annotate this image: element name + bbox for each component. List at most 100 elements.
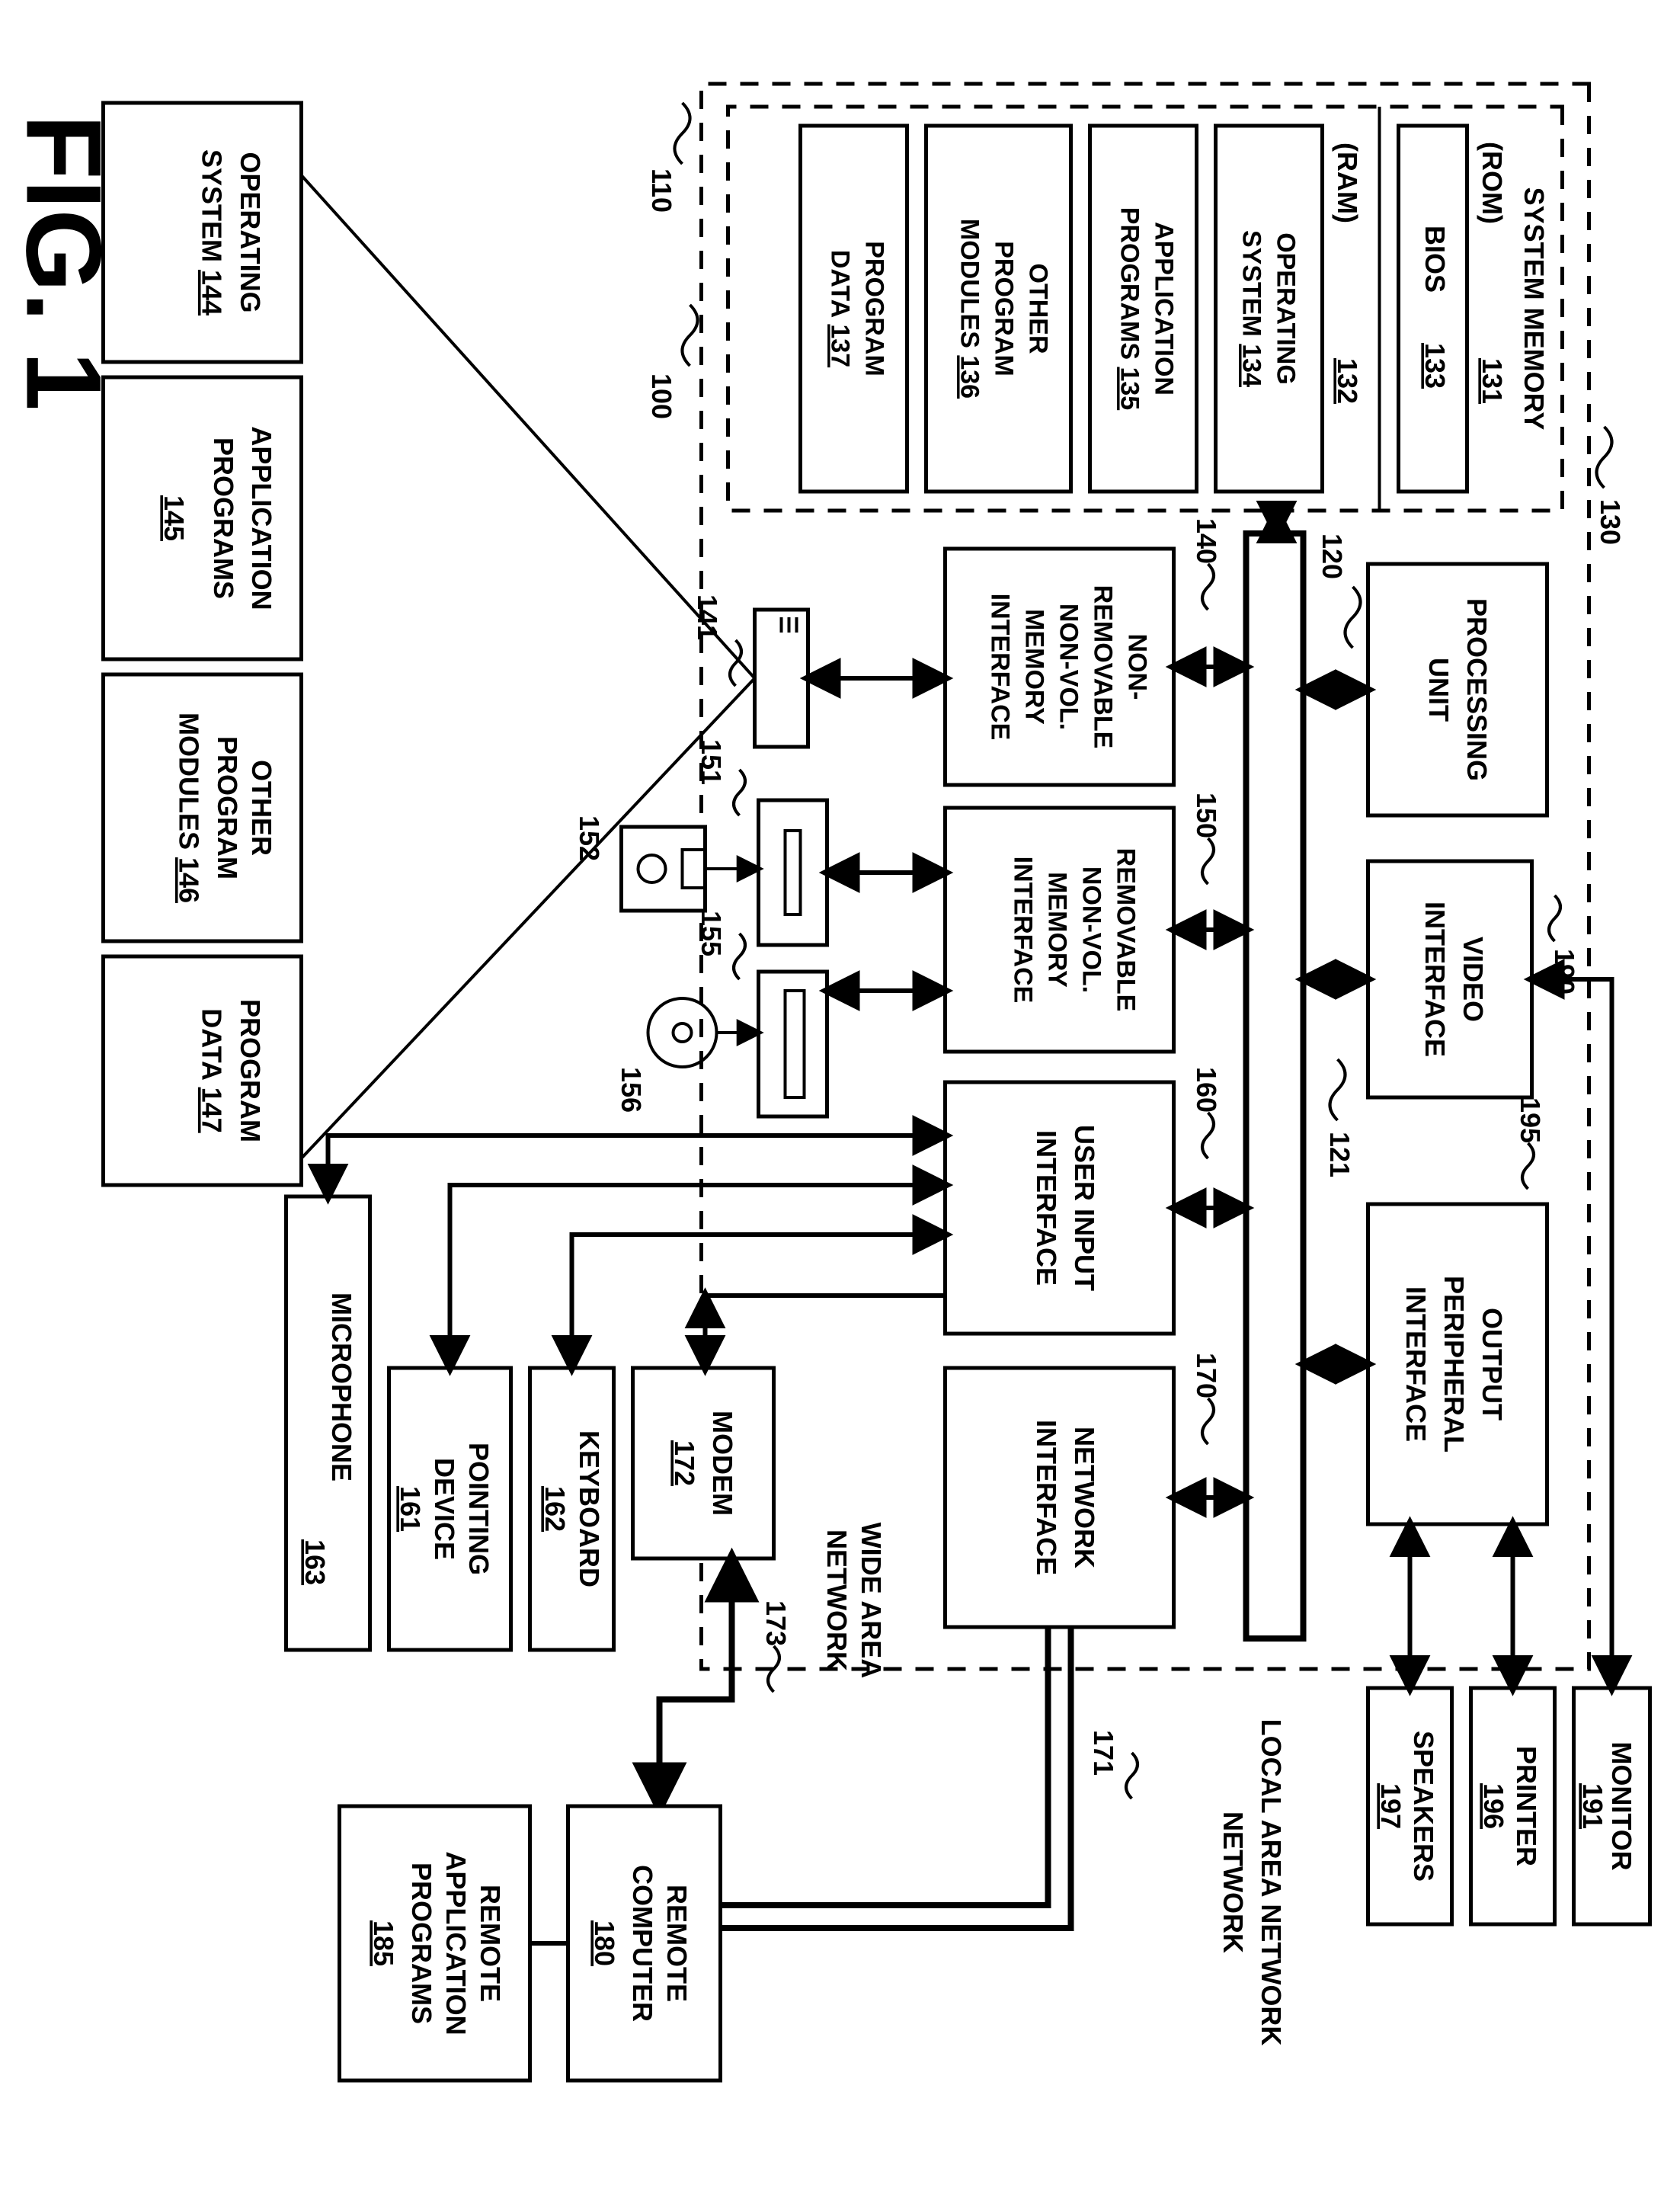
os134-l2: SYSTEM 134 — [1237, 230, 1266, 387]
lan-ref: 171 — [1087, 1730, 1118, 1776]
bios-label: BIOS — [1419, 226, 1450, 293]
svg-text:SYSTEM 144: SYSTEM 144 — [196, 149, 227, 316]
svg-text:OUTPUT: OUTPUT — [1476, 1308, 1507, 1421]
svg-text:APPLICATION: APPLICATION — [245, 426, 277, 610]
hdd-icon — [754, 610, 808, 747]
floppy-drive-icon — [758, 800, 827, 945]
svg-text:MICROPHONE: MICROPHONE — [325, 1292, 357, 1481]
nonrem-ref: 140 — [1190, 518, 1221, 564]
floppy-icon — [621, 827, 705, 911]
svg-text:OTHER: OTHER — [1023, 264, 1052, 354]
svg-text:PROGRAMS: PROGRAMS — [405, 1863, 437, 2024]
svg-text:197: 197 — [1374, 1783, 1406, 1829]
svg-text:OPERATING: OPERATING — [234, 152, 265, 312]
rom-ref: 131 — [1476, 358, 1507, 404]
svg-text:POINTING: POINTING — [462, 1443, 494, 1575]
figure-label: FIG. 1 — [4, 114, 123, 411]
svg-text:MODEM: MODEM — [706, 1411, 738, 1516]
wan-label: WIDE AREA — [855, 1523, 886, 1679]
apps135-l2: PROGRAMS 135 — [1115, 207, 1144, 410]
svg-text:PROCESSING: PROCESSING — [1461, 598, 1492, 781]
svg-text:REMOTE: REMOTE — [661, 1885, 692, 2002]
svg-text:NON-VOL.: NON-VOL. — [1054, 604, 1083, 730]
opi-ref: 195 — [1514, 1097, 1545, 1143]
svg-text:MEMORY: MEMORY — [1019, 609, 1048, 725]
video-ref: 190 — [1548, 949, 1579, 995]
disk-data: PROGRAM DATA 147 — [103, 956, 301, 1185]
svg-text:DATA 147: DATA 147 — [196, 1008, 227, 1132]
floppy-drive-ref: 151 — [695, 739, 726, 785]
disk-mods: OTHER PROGRAM MODULES 146 — [103, 674, 301, 941]
svg-text:PROGRAM: PROGRAM — [234, 999, 265, 1142]
disk-apps: APPLICATION PROGRAMS 145 — [103, 377, 301, 659]
os134-l1: OPERATING — [1271, 232, 1300, 385]
svg-text:INTERFACE: INTERFACE — [985, 594, 1014, 741]
svg-text:SPEAKERS: SPEAKERS — [1407, 1731, 1438, 1882]
svg-text:MEMORY: MEMORY — [1042, 872, 1071, 988]
modem — [632, 1368, 773, 1558]
disk-os: OPERATING SYSTEM 144 — [103, 103, 301, 362]
svg-text:DEVICE: DEVICE — [428, 1458, 459, 1560]
svg-text:185: 185 — [367, 1920, 398, 1966]
svg-text:172: 172 — [668, 1440, 699, 1486]
disc-ref: 156 — [615, 1067, 646, 1113]
svg-text:145: 145 — [158, 495, 189, 541]
bus-ref: 121 — [1323, 1132, 1355, 1177]
svg-text:MONITOR: MONITOR — [1605, 1741, 1637, 1870]
pu-ref: 120 — [1316, 533, 1347, 579]
optical-drive-ref: 155 — [695, 911, 726, 956]
svg-text:PROGRAM: PROGRAM — [211, 736, 242, 879]
svg-text:APPLICATION: APPLICATION — [440, 1851, 471, 2035]
svg-text:NETWORK: NETWORK — [821, 1530, 852, 1671]
svg-text:UNIT: UNIT — [1422, 658, 1454, 722]
svg-text:PROGRAM: PROGRAM — [859, 241, 888, 376]
svg-text:NON-: NON- — [1122, 634, 1151, 700]
svg-text:PROGRAMS: PROGRAMS — [207, 437, 238, 599]
svg-text:163: 163 — [299, 1539, 330, 1585]
net-ref: 170 — [1190, 1353, 1221, 1398]
svg-text:NETWORK: NETWORK — [1068, 1427, 1099, 1568]
svg-text:KEYBOARD: KEYBOARD — [573, 1430, 604, 1587]
rem-ref: 150 — [1190, 793, 1221, 838]
svg-text:PRINTER: PRINTER — [1510, 1746, 1541, 1866]
svg-text:INTERFACE: INTERFACE — [1030, 1130, 1061, 1286]
svg-text:REMOTE: REMOTE — [474, 1885, 505, 2002]
ram-label: (RAM) — [1331, 143, 1362, 223]
processing-unit — [1368, 564, 1547, 815]
hdd-ref: 141 — [691, 594, 722, 640]
svg-text:INTERFACE: INTERFACE — [1419, 902, 1450, 1057]
svg-text:PROGRAM: PROGRAM — [989, 241, 1018, 376]
svg-text:162: 162 — [539, 1486, 570, 1532]
svg-text:191: 191 — [1576, 1783, 1608, 1829]
wan-ref: 173 — [760, 1600, 791, 1646]
svg-text:REMOVABLE: REMOVABLE — [1088, 585, 1117, 749]
lan-label: LOCAL AREA NETWORK — [1255, 1719, 1286, 2046]
optical-drive-icon — [758, 972, 827, 1116]
svg-text:OTHER: OTHER — [245, 760, 277, 856]
svg-text:NON-VOL.: NON-VOL. — [1077, 866, 1106, 993]
ram-ref: 132 — [1331, 358, 1362, 404]
svg-text:USER INPUT: USER INPUT — [1068, 1125, 1099, 1291]
ui-ref: 160 — [1190, 1067, 1221, 1113]
svg-text:MODULES 136: MODULES 136 — [955, 219, 984, 399]
svg-text:MODULES 146: MODULES 146 — [173, 713, 204, 903]
computer-ref: 100 — [645, 373, 677, 419]
bios-ref: 133 — [1419, 343, 1450, 389]
svg-text:161: 161 — [394, 1486, 425, 1532]
svg-text:COMPUTER: COMPUTER — [626, 1865, 658, 2022]
apps135-l1: APPLICATION — [1149, 222, 1178, 396]
boundary-ref: 110 — [645, 168, 677, 213]
sysmem-ref: 130 — [1594, 499, 1625, 545]
svg-text:196: 196 — [1477, 1783, 1509, 1829]
svg-text:PERIPHERAL: PERIPHERAL — [1438, 1276, 1469, 1453]
svg-text:INTERFACE: INTERFACE — [1400, 1286, 1431, 1442]
sysmem-title: SYSTEM MEMORY — [1518, 187, 1549, 431]
rom-label: (ROM) — [1476, 142, 1507, 224]
svg-text:NETWORK: NETWORK — [1217, 1811, 1248, 1953]
svg-text:INTERFACE: INTERFACE — [1030, 1420, 1061, 1575]
svg-text:180: 180 — [588, 1920, 619, 1966]
svg-text:INTERFACE: INTERFACE — [1008, 857, 1037, 1004]
svg-text:VIDEO: VIDEO — [1457, 937, 1488, 1022]
system-memory: SYSTEM MEMORY (ROM) 131 BIOS 133 (RAM) 1… — [728, 107, 1562, 511]
svg-text:DATA 137: DATA 137 — [825, 250, 854, 367]
